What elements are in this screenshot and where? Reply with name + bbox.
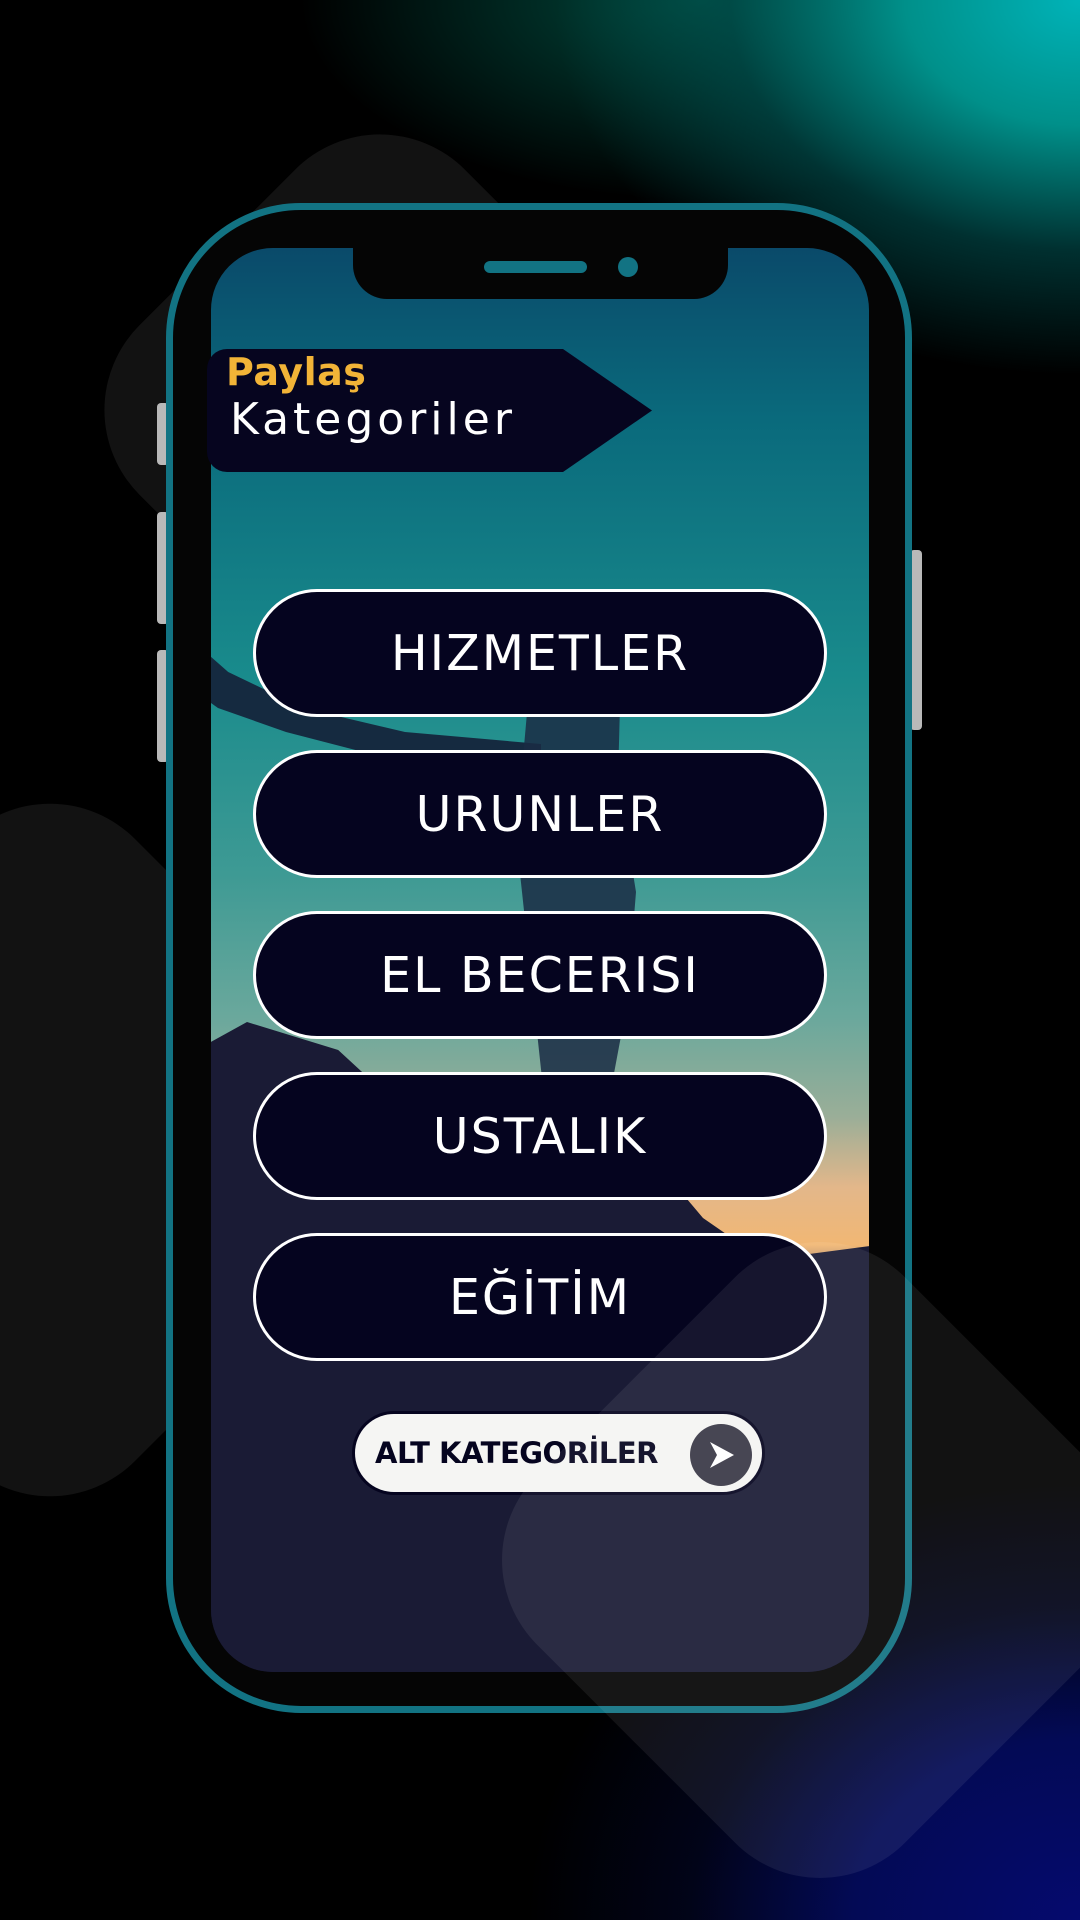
category-button-el-becerisi[interactable]: EL BECERISI: [253, 911, 827, 1039]
page: Paylaş Kategoriler HIZMETLER URUNLER EL …: [0, 0, 1080, 1920]
category-button-hizmetler[interactable]: HIZMETLER: [253, 589, 827, 717]
camera-icon: [618, 257, 638, 277]
category-button-urunler[interactable]: URUNLER: [253, 750, 827, 878]
phone-notch: [353, 247, 728, 299]
page-title: Kategoriler: [230, 394, 516, 445]
speaker-icon: [484, 261, 587, 273]
brand-name: Paylaş: [226, 350, 367, 394]
category-button-ustalik[interactable]: USTALIK: [253, 1072, 827, 1200]
